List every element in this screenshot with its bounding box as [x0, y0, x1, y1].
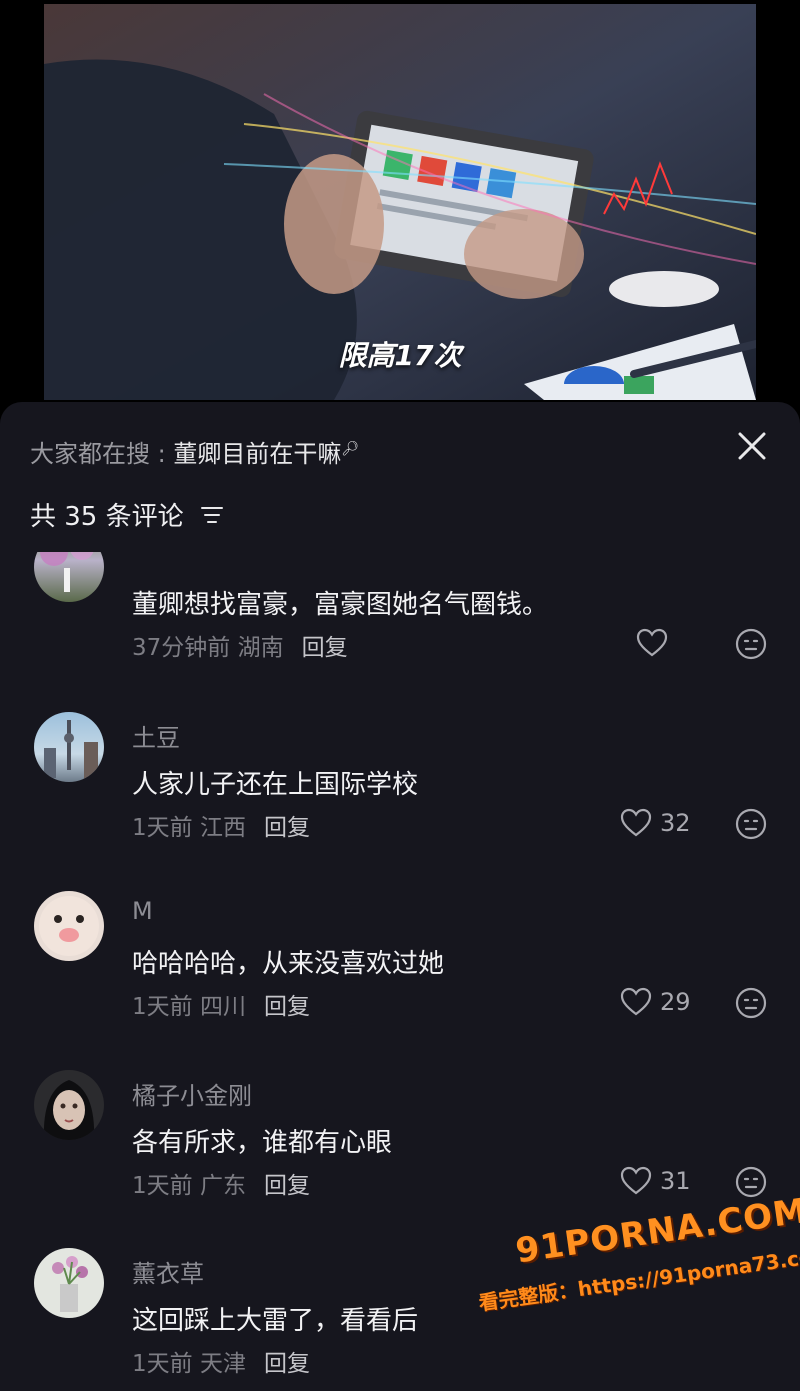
comment-username[interactable]: 薰衣草: [132, 1254, 204, 1289]
comment-text: 哈哈哈哈，从来没喜欢过她: [132, 949, 445, 979]
comment-time-location: 1天前 天津: [132, 1351, 246, 1377]
reply-button[interactable]: 回复: [264, 994, 310, 1020]
video-caption: 限高17次: [338, 339, 462, 372]
reply-button[interactable]: 回复: [264, 815, 310, 841]
dislike-face-icon[interactable]: [735, 987, 767, 1019]
search-prefix: 大家都在搜 :: [30, 440, 174, 468]
avatar[interactable]: [34, 552, 104, 602]
like-count: 32: [660, 809, 691, 837]
reply-button[interactable]: 回复: [264, 1351, 310, 1377]
like-button[interactable]: [636, 628, 676, 658]
like-button[interactable]: 32: [620, 808, 691, 838]
dislike-face-icon[interactable]: [735, 628, 767, 660]
comment-meta: 1天前 江西 回复: [132, 808, 310, 842]
avatar[interactable]: [34, 1070, 104, 1140]
reply-button[interactable]: 回复: [302, 635, 348, 661]
close-icon[interactable]: [734, 428, 770, 464]
heart-icon: [620, 808, 652, 837]
comment-text: 人家儿子还在上国际学校: [132, 770, 419, 800]
heart-icon: [636, 628, 668, 657]
comment-item: 土豆 人家儿子还在上国际学校 1天前 江西 回复 32: [0, 712, 800, 882]
comment-time-location: 1天前 广东: [132, 1173, 246, 1199]
avatar[interactable]: [34, 891, 104, 961]
video-player[interactable]: 限高17次: [44, 4, 756, 400]
search-term[interactable]: 董卿目前在干嘛: [173, 440, 341, 468]
search-suggestion[interactable]: 大家都在搜 : 董卿目前在干嘛🔎︎: [30, 434, 359, 469]
comment-count-label: 共 35 条评论: [30, 502, 184, 532]
comment-text: 董卿想找富豪，富豪图她名气圈钱。: [132, 590, 549, 620]
comment-meta: 37分钟前 湖南 回复: [132, 628, 348, 662]
comment-time-location: 37分钟前 湖南: [132, 635, 284, 661]
comment-meta: 1天前 天津 回复: [132, 1344, 310, 1378]
comment-username[interactable]: M: [132, 897, 153, 925]
comment-username[interactable]: 土豆: [132, 718, 180, 753]
reply-button[interactable]: 回复: [264, 1173, 310, 1199]
like-count: 29: [660, 988, 691, 1016]
dislike-face-icon[interactable]: [735, 808, 767, 840]
comment-time-location: 1天前 江西: [132, 815, 246, 841]
comment-username[interactable]: 橘子小金刚: [132, 1076, 252, 1111]
search-icon: 🔎︎: [341, 441, 360, 457]
like-button[interactable]: 31: [620, 1166, 691, 1196]
comment-count: 共 35 条评论: [30, 496, 224, 533]
sort-filter-icon[interactable]: [200, 503, 224, 533]
comment-item: M 哈哈哈哈，从来没喜欢过她 1天前 四川 回复 29: [0, 891, 800, 1061]
avatar[interactable]: [34, 712, 104, 782]
comment-text: 这回踩上大雷了，看看后: [132, 1306, 419, 1336]
comment-meta: 1天前 四川 回复: [132, 987, 310, 1021]
comment-meta: 1天前 广东 回复: [132, 1166, 310, 1200]
comment-item: 董卿想找富豪，富豪图她名气圈钱。 37分钟前 湖南 回复: [0, 552, 800, 722]
avatar[interactable]: [34, 1248, 104, 1318]
comment-time-location: 1天前 四川: [132, 994, 246, 1020]
like-button[interactable]: 29: [620, 987, 691, 1017]
heart-icon: [620, 987, 652, 1016]
like-count: 31: [660, 1167, 691, 1195]
heart-icon: [620, 1166, 652, 1195]
comment-text: 各有所求，谁都有心眼: [132, 1128, 393, 1158]
